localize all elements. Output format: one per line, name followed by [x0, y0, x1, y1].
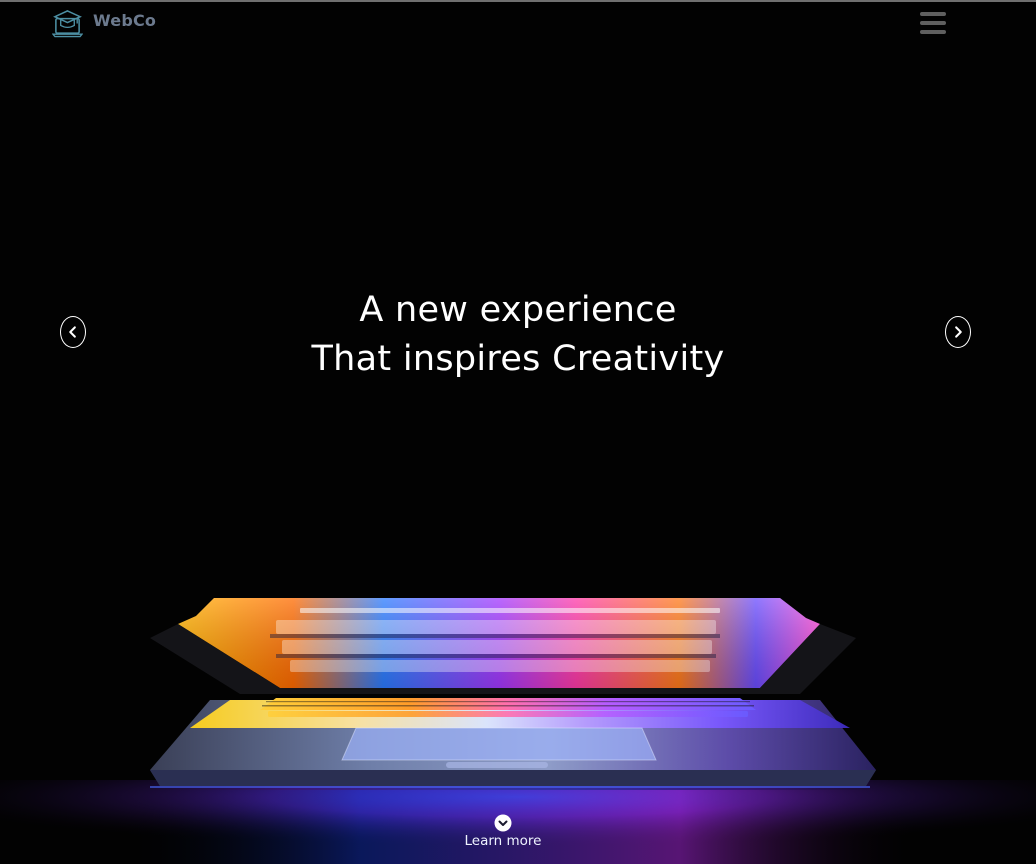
hero-headline: A new experience That inspires Creativit…: [0, 286, 1036, 384]
brand-name: WebCo: [93, 10, 157, 30]
learn-more-label: Learn more: [464, 833, 542, 849]
hamburger-menu-icon[interactable]: [920, 12, 946, 34]
headline-line-1: A new experience: [359, 290, 677, 330]
brand-link[interactable]: WebCo: [52, 7, 156, 39]
carousel-next-button[interactable]: [945, 316, 971, 348]
laptop-graduation-cap-icon: [52, 9, 83, 37]
top-border: [0, 0, 1036, 2]
learn-more-link[interactable]: Learn more: [418, 814, 588, 858]
carousel-prev-button[interactable]: [60, 316, 86, 348]
chevron-left-icon: [69, 326, 76, 338]
headline-line-2: That inspires Creativity: [311, 339, 725, 379]
hero-section: WebCo A new experience That inspires Cre…: [0, 0, 1036, 864]
chevron-down-circle-icon: [494, 814, 512, 832]
chevron-right-icon: [955, 326, 962, 338]
